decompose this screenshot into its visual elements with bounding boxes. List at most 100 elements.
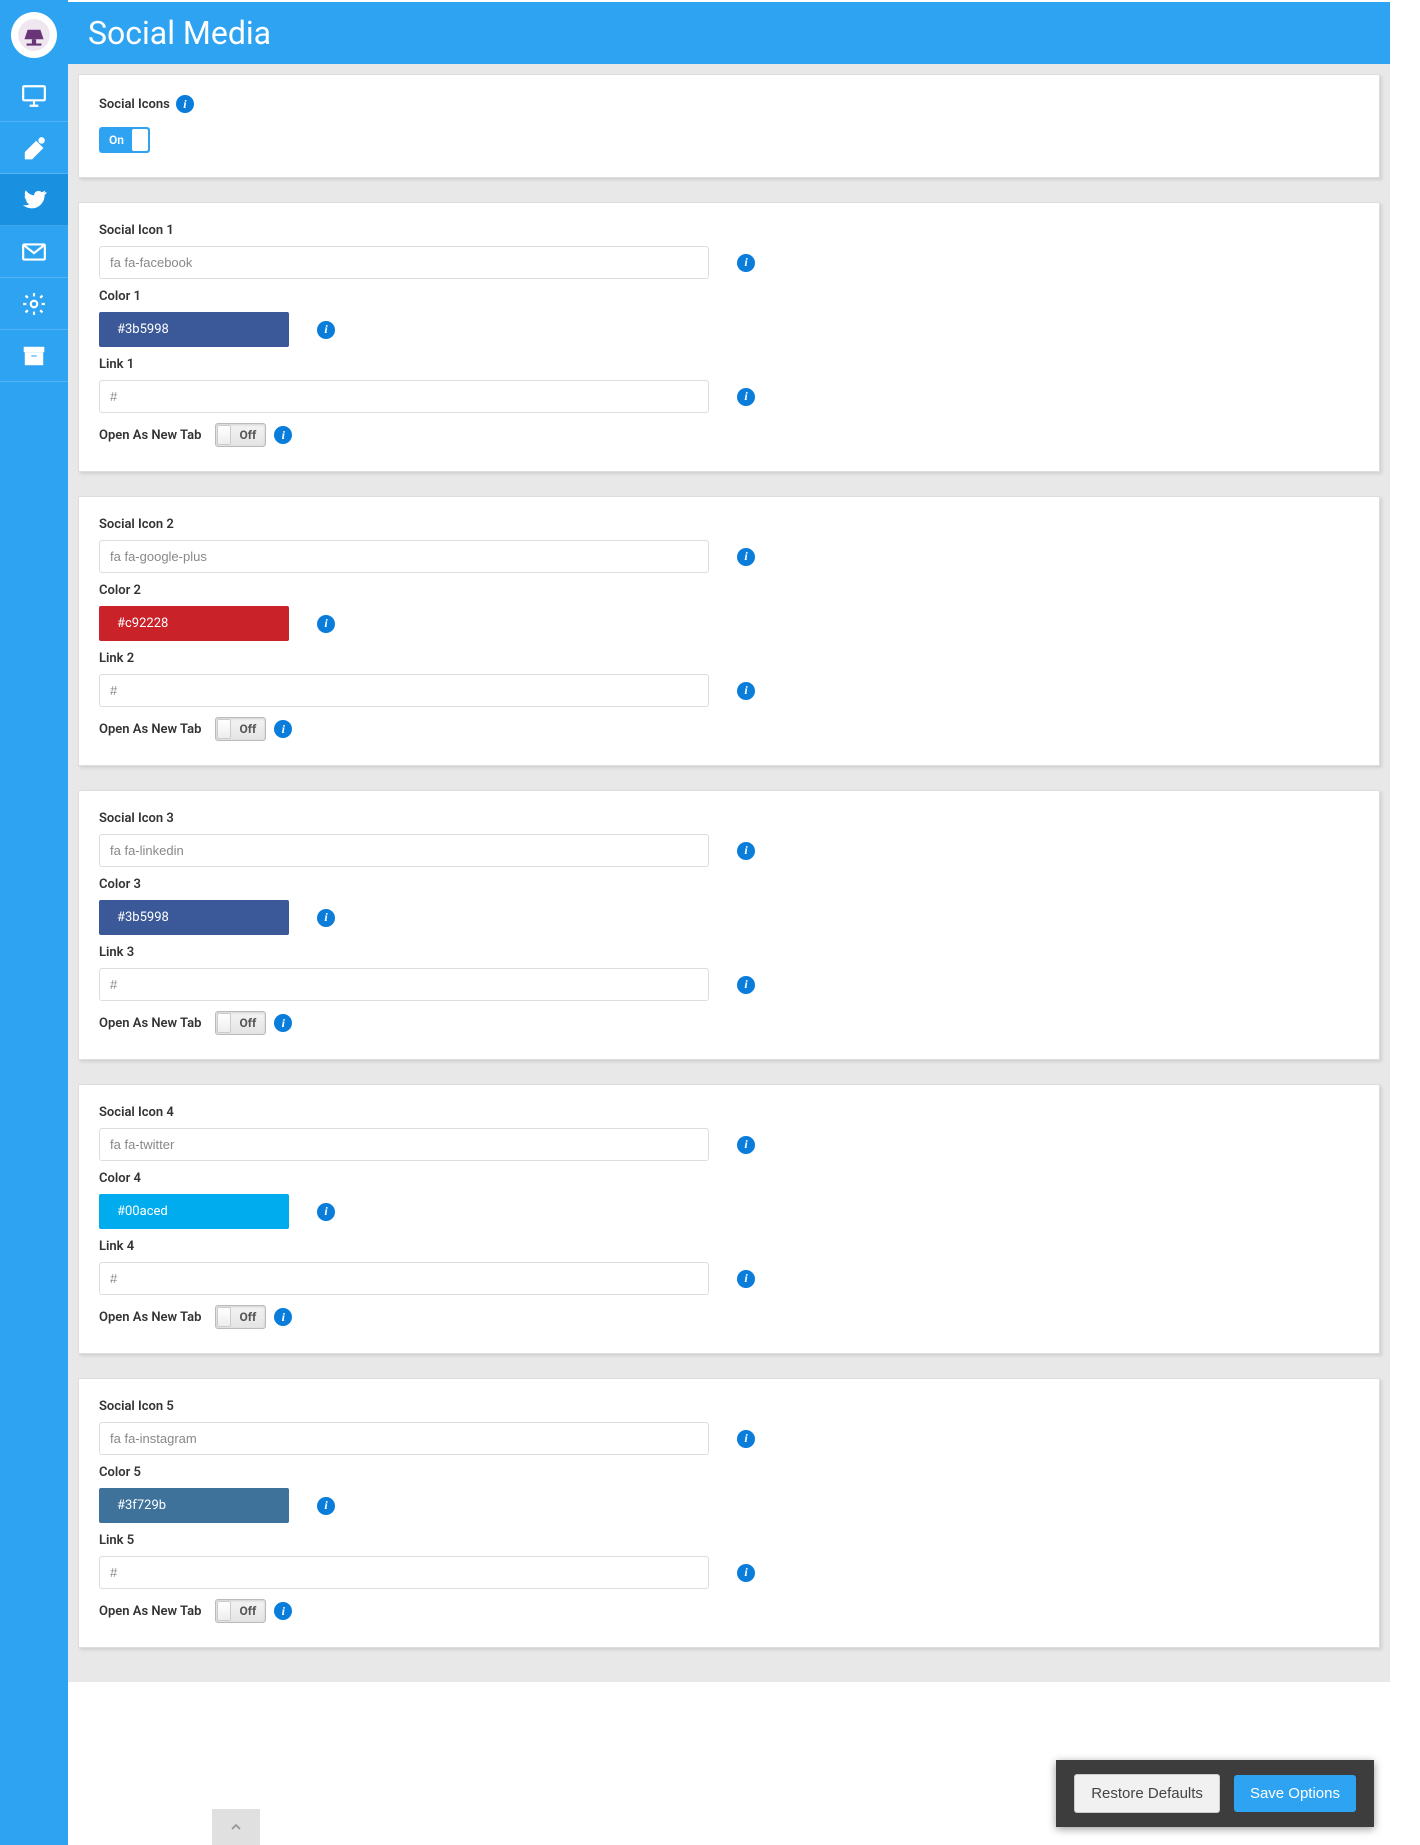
monitor-icon bbox=[21, 83, 47, 109]
color-picker[interactable]: #c92228 bbox=[99, 606, 289, 641]
logo bbox=[11, 12, 57, 58]
info-icon[interactable]: i bbox=[737, 842, 755, 860]
toggle-off-label: Off bbox=[231, 719, 264, 739]
color-picker[interactable]: #3b5998 bbox=[99, 312, 289, 347]
info-icon[interactable]: i bbox=[274, 1014, 292, 1032]
social-icons-label: Social Icons bbox=[99, 97, 170, 112]
info-icon[interactable]: i bbox=[317, 615, 335, 633]
icon-class-input[interactable] bbox=[99, 1422, 709, 1455]
info-icon[interactable]: i bbox=[317, 1203, 335, 1221]
restore-defaults-button[interactable]: Restore Defaults bbox=[1074, 1774, 1220, 1813]
newtab-label: Open As New Tab bbox=[99, 1016, 201, 1031]
color-label: Color 4 bbox=[99, 1171, 141, 1186]
sidebar bbox=[0, 0, 68, 1845]
scroll-to-top[interactable] bbox=[212, 1809, 260, 1845]
info-icon[interactable]: i bbox=[737, 548, 755, 566]
icon-class-input[interactable] bbox=[99, 834, 709, 867]
toggle-on-label: On bbox=[101, 129, 132, 151]
link-label: Link 2 bbox=[99, 651, 134, 666]
archive-icon bbox=[21, 343, 47, 369]
info-icon[interactable]: i bbox=[274, 1308, 292, 1326]
nav-archive[interactable] bbox=[0, 330, 68, 382]
color-label: Color 2 bbox=[99, 583, 141, 598]
info-icon[interactable]: i bbox=[317, 1497, 335, 1515]
link-input[interactable] bbox=[99, 968, 709, 1001]
info-icon[interactable]: i bbox=[737, 1564, 755, 1582]
newtab-toggle[interactable]: Off bbox=[215, 1599, 266, 1623]
icon-class-input[interactable] bbox=[99, 246, 709, 279]
icon-label: Social Icon 2 bbox=[99, 517, 174, 532]
newtab-toggle[interactable]: Off bbox=[215, 423, 266, 447]
social-icons-toggle[interactable]: On bbox=[99, 127, 150, 153]
nav-social[interactable] bbox=[0, 174, 68, 226]
link-input[interactable] bbox=[99, 1262, 709, 1295]
color-label: Color 3 bbox=[99, 877, 141, 892]
info-icon[interactable]: i bbox=[737, 682, 755, 700]
color-label: Color 1 bbox=[99, 289, 141, 304]
newtab-label: Open As New Tab bbox=[99, 428, 201, 443]
icon-class-input[interactable] bbox=[99, 540, 709, 573]
nav-settings[interactable] bbox=[0, 278, 68, 330]
info-icon[interactable]: i bbox=[274, 720, 292, 738]
color-picker[interactable]: #3f729b bbox=[99, 1488, 289, 1523]
link-input[interactable] bbox=[99, 380, 709, 413]
panel-social-icons-toggle: Social Icons i On bbox=[78, 74, 1380, 178]
panel-social-icon: Social Icon 2 i Color 2 #c92228 i Link 2 i Open… bbox=[78, 496, 1380, 766]
link-label: Link 1 bbox=[99, 357, 134, 372]
icon-label: Social Icon 5 bbox=[99, 1399, 174, 1414]
color-picker[interactable]: #3b5998 bbox=[99, 900, 289, 935]
info-icon[interactable]: i bbox=[737, 1136, 755, 1154]
panel-social-icon: Social Icon 5 i Color 5 #3f729b i Link 5 i Open… bbox=[78, 1378, 1380, 1648]
toggle-knob bbox=[217, 1601, 231, 1621]
chevron-up-icon bbox=[228, 1819, 244, 1835]
info-icon[interactable]: i bbox=[737, 976, 755, 994]
newtab-label: Open As New Tab bbox=[99, 1604, 201, 1619]
newtab-label: Open As New Tab bbox=[99, 1310, 201, 1325]
color-picker[interactable]: #00aced bbox=[99, 1194, 289, 1229]
link-input[interactable] bbox=[99, 1556, 709, 1589]
link-label: Link 4 bbox=[99, 1239, 134, 1254]
nav-styling[interactable] bbox=[0, 122, 68, 174]
icon-label: Social Icon 1 bbox=[99, 223, 174, 238]
toggle-off-label: Off bbox=[231, 1013, 264, 1033]
page-title: Social Media bbox=[68, 0, 1390, 64]
footer-bar: Restore Defaults Save Options bbox=[1056, 1760, 1374, 1827]
content: Social Media Social Icons i On Social Ic… bbox=[68, 0, 1390, 1845]
gear-icon bbox=[21, 291, 47, 317]
info-icon[interactable]: i bbox=[274, 1602, 292, 1620]
info-icon[interactable]: i bbox=[737, 388, 755, 406]
info-icon[interactable]: i bbox=[737, 254, 755, 272]
info-icon[interactable]: i bbox=[737, 1430, 755, 1448]
toggle-off-label: Off bbox=[231, 425, 264, 445]
brush-icon bbox=[21, 135, 47, 161]
newtab-toggle[interactable]: Off bbox=[215, 1011, 266, 1035]
panel-social-icon: Social Icon 1 i Color 1 #3b5998 i Link 1 i Open… bbox=[78, 202, 1380, 472]
icon-class-input[interactable] bbox=[99, 1128, 709, 1161]
color-label: Color 5 bbox=[99, 1465, 141, 1480]
toggle-off-label: Off bbox=[231, 1307, 264, 1327]
newtab-label: Open As New Tab bbox=[99, 722, 201, 737]
info-icon[interactable]: i bbox=[176, 95, 194, 113]
info-icon[interactable]: i bbox=[737, 1270, 755, 1288]
newtab-toggle[interactable]: Off bbox=[215, 717, 266, 741]
info-icon[interactable]: i bbox=[317, 909, 335, 927]
panel-social-icon: Social Icon 3iColor 3#3b5998iLink 3iOpen… bbox=[78, 790, 1380, 1060]
save-options-button[interactable]: Save Options bbox=[1234, 1775, 1356, 1812]
info-icon[interactable]: i bbox=[317, 321, 335, 339]
newtab-toggle[interactable]: Off bbox=[215, 1305, 266, 1329]
envelope-icon bbox=[21, 239, 47, 265]
toggle-off-label: Off bbox=[231, 1601, 264, 1621]
toggle-knob bbox=[217, 1307, 231, 1327]
toggle-knob bbox=[217, 425, 231, 445]
panel-social-icon: Social Icon 4 i Color 4 #00aced i Link 4 i Open… bbox=[78, 1084, 1380, 1354]
link-input[interactable] bbox=[99, 674, 709, 707]
nav-dashboard[interactable] bbox=[0, 70, 68, 122]
link-label: Link 5 bbox=[99, 1533, 134, 1548]
toggle-knob bbox=[217, 1013, 231, 1033]
twitter-icon bbox=[21, 187, 47, 213]
nav-contact[interactable] bbox=[0, 226, 68, 278]
info-icon[interactable]: i bbox=[274, 426, 292, 444]
icon-label: Social Icon 4 bbox=[99, 1105, 174, 1120]
icon-label: Social Icon 3 bbox=[99, 811, 174, 826]
toggle-knob bbox=[132, 129, 148, 151]
